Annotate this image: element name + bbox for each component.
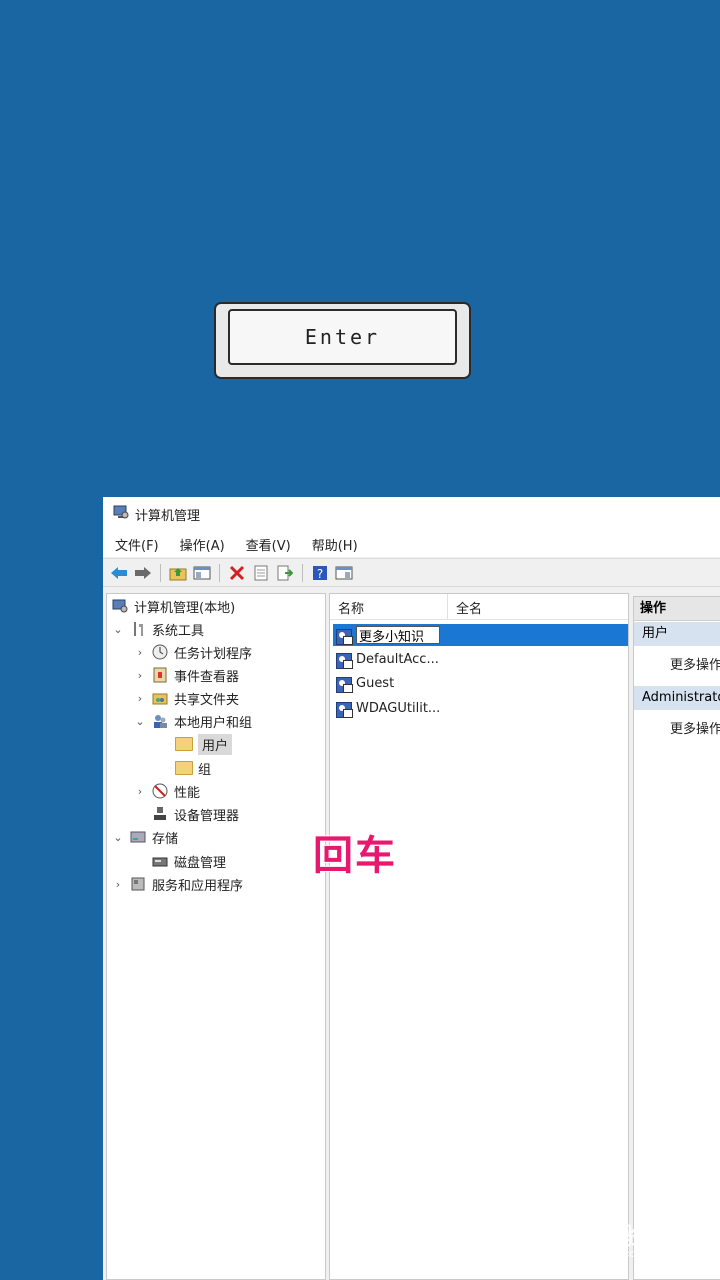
svg-text:?: ? (317, 567, 323, 581)
actions-section-administrator[interactable]: Administrator (634, 686, 720, 710)
console-pane-icon[interactable] (334, 563, 354, 583)
folder-icon (175, 735, 193, 753)
rename-input[interactable] (356, 626, 440, 644)
clock-icon (151, 643, 169, 661)
menu-bar: 文件(F) 操作(A) 查看(V) 帮助(H) (103, 531, 720, 557)
properties-icon[interactable] (251, 563, 271, 583)
tree-item-users[interactable]: 用户 (175, 733, 233, 755)
tree-item-services-apps[interactable]: › 服务和应用程序 (111, 873, 243, 895)
list-item[interactable]: WDAGUtilit... (335, 697, 440, 719)
forward-arrow-icon[interactable] (133, 563, 153, 583)
list-item[interactable]: DefaultAcc... (335, 648, 439, 670)
tree-item-event-viewer[interactable]: › 事件查看器 (133, 664, 239, 686)
delete-icon[interactable] (227, 563, 247, 583)
menu-action[interactable]: 操作(A) (168, 535, 234, 554)
toolbar: ? (103, 558, 720, 587)
tree-item-device-manager[interactable]: 设备管理器 (151, 803, 239, 825)
toolbar-separator (302, 563, 303, 582)
actions-header: 操作 (634, 597, 720, 621)
window-title: 计算机管理 (135, 508, 201, 524)
tree-item-system-tools[interactable]: ⌄ 系统工具 (111, 618, 204, 640)
column-divider[interactable] (447, 594, 448, 619)
folder-icon (175, 759, 193, 777)
overlay-caption: 回车 (312, 832, 397, 880)
chevron-right-icon[interactable]: › (133, 646, 147, 659)
column-header-full-name[interactable]: 全名 (456, 598, 482, 617)
tools-icon (129, 620, 147, 638)
chevron-right-icon[interactable]: › (133, 785, 147, 798)
tree-item-storage[interactable]: ⌄ 存储 (111, 826, 178, 848)
performance-icon (151, 782, 169, 800)
tree-item-performance[interactable]: › 性能 (133, 780, 200, 802)
tree-item-groups[interactable]: 组 (175, 757, 211, 779)
user-icon (335, 626, 353, 645)
list-header: 名称 全名 (330, 594, 628, 620)
chevron-down-icon[interactable]: ⌄ (111, 623, 125, 636)
watermark-url: jingyan.baidu.com (556, 1248, 645, 1260)
navigation-tree: 计算机管理(本地) ⌄ 系统工具 › 任务计划程序 › 事件查看器 › 共享文件… (106, 593, 326, 1280)
chevron-right-icon[interactable]: › (133, 669, 147, 682)
tree-item-computer-management[interactable]: 计算机管理(本地) (111, 595, 235, 617)
computer-management-window: 计算机管理 文件(F) 操作(A) 查看(V) 帮助(H) ? 计算机管理(本地… (103, 497, 720, 1280)
user-list: 名称 全名 DefaultAcc... Guest WDAGUtilit... (329, 593, 629, 1280)
disk-icon (151, 852, 169, 870)
action-more-actions[interactable]: 更多操作 (670, 654, 720, 673)
tree-item-local-users-groups[interactable]: ⌄ 本地用户和组 (133, 710, 252, 732)
computer-management-icon (111, 597, 129, 615)
chevron-right-icon[interactable]: › (133, 692, 147, 705)
event-viewer-icon (151, 666, 169, 684)
up-folder-icon[interactable] (168, 563, 188, 583)
storage-icon (129, 828, 147, 846)
chevron-right-icon[interactable]: › (111, 878, 125, 891)
back-arrow-icon[interactable] (109, 563, 129, 583)
shared-folder-icon (151, 689, 169, 707)
user-icon (335, 699, 353, 718)
user-icon (335, 650, 353, 669)
watermark-brand: Bai 经验 (554, 1223, 647, 1250)
column-header-name[interactable]: 名称 (338, 598, 364, 617)
menu-help[interactable]: 帮助(H) (300, 535, 367, 554)
list-item[interactable]: Guest (335, 672, 394, 694)
user-icon (335, 674, 353, 693)
tree-item-shared-folders[interactable]: › 共享文件夹 (133, 687, 239, 709)
help-icon[interactable]: ? (310, 563, 330, 583)
enter-key-label: Enter (228, 309, 457, 365)
device-manager-icon (151, 805, 169, 823)
services-icon (129, 875, 147, 893)
toolbar-separator (160, 563, 161, 582)
menu-view[interactable]: 查看(V) (234, 535, 300, 554)
actions-section-users[interactable]: 用户 (634, 622, 720, 646)
computer-management-icon (113, 504, 129, 524)
tree-item-task-scheduler[interactable]: › 任务计划程序 (133, 641, 252, 663)
enter-key: Enter (214, 302, 471, 379)
action-more-actions[interactable]: 更多操作 (670, 718, 720, 737)
list-item-renaming[interactable] (335, 624, 440, 646)
chevron-down-icon[interactable]: ⌄ (111, 831, 125, 844)
title-bar: 计算机管理 (103, 497, 720, 531)
tree-item-disk-management[interactable]: 磁盘管理 (151, 850, 226, 872)
chevron-down-icon[interactable]: ⌄ (133, 715, 147, 728)
actions-pane: 操作 用户 更多操作 Administrator 更多操作 (633, 596, 720, 1280)
users-icon (151, 712, 169, 730)
export-list-icon[interactable] (275, 563, 295, 583)
menu-file[interactable]: 文件(F) (103, 535, 168, 554)
show-hide-tree-icon[interactable] (192, 563, 212, 583)
toolbar-separator (219, 563, 220, 582)
